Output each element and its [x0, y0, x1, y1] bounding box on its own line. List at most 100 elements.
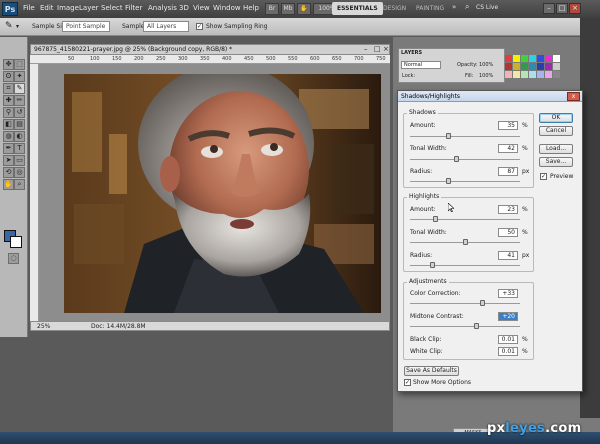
workspace-more-icon[interactable]: » [452, 3, 456, 11]
highlight-radius-slider-thumb[interactable] [429, 262, 435, 268]
minimize-button[interactable]: – [543, 3, 555, 14]
menu-3d[interactable]: 3D [179, 4, 189, 12]
3d-camera-icon[interactable]: ◎ [14, 167, 25, 178]
clone-stamp-icon[interactable]: ⚲ [3, 107, 14, 118]
save-button[interactable]: Save... [539, 157, 573, 167]
eraser-tool-icon[interactable]: ◧ [3, 119, 14, 130]
shadow-radius-slider-thumb[interactable] [446, 178, 451, 184]
highlight-amount-slider-thumb[interactable] [432, 216, 438, 222]
menu-edit[interactable]: Edit [40, 4, 54, 12]
black-clip-field[interactable]: 0.01 [498, 335, 518, 344]
shadow-amount-field[interactable]: 35 [498, 121, 518, 130]
color-correction-slider-thumb[interactable] [480, 300, 486, 306]
dialog-title: Shadows/Highlights [401, 93, 461, 100]
quick-select-tool-icon[interactable]: ✦ [14, 71, 25, 82]
eyedropper-tool-icon[interactable]: ✎ [14, 83, 25, 94]
highlight-amount-slider[interactable] [410, 219, 520, 220]
tool-preset-dropdown-icon[interactable]: ▾ [16, 23, 19, 30]
close-window-button[interactable]: × [569, 3, 581, 14]
sample-size-select[interactable]: Point Sample [62, 21, 110, 32]
minibridge-icon[interactable]: Mb [281, 3, 295, 15]
document-image[interactable] [64, 74, 381, 313]
highlight-tonal-width-field[interactable]: 50 [498, 228, 518, 237]
color-correction-field[interactable]: +33 [498, 289, 518, 298]
background-color-swatch[interactable] [10, 236, 22, 248]
show-more-options-checkbox[interactable]: ✓ [404, 379, 411, 386]
shadow-radius-field[interactable]: 87 [498, 167, 518, 176]
menu-file[interactable]: File [23, 4, 35, 12]
highlight-radius-slider[interactable] [410, 265, 520, 266]
3d-rotate-icon[interactable]: ⟲ [3, 167, 14, 178]
document-tab[interactable]: 967875_41580221-prayer.jpg @ 25% (Backgr… [30, 44, 390, 55]
move-tool-icon[interactable]: ✥ [3, 59, 14, 70]
doc-close-icon[interactable]: × [383, 45, 389, 53]
doc-minimize-icon[interactable]: – [364, 45, 368, 53]
workspace-painting[interactable]: PAINTING [411, 2, 449, 15]
shape-tool-icon[interactable]: ▭ [14, 155, 25, 166]
highlight-amount-field[interactable]: 23 [498, 205, 518, 214]
menu-layer[interactable]: Layer [79, 4, 99, 12]
dialog-close-button[interactable]: x [567, 92, 580, 101]
healing-brush-icon[interactable]: ✚ [3, 95, 14, 106]
crop-tool-icon[interactable]: ⌗ [3, 83, 14, 94]
menu-image[interactable]: Image [57, 4, 79, 12]
lasso-tool-icon[interactable]: ʘ [3, 71, 14, 82]
pen-tool-icon[interactable]: ✒ [3, 143, 14, 154]
quick-mask-icon[interactable]: ◌ [8, 253, 19, 264]
menu-filter[interactable]: Filter [125, 4, 142, 12]
ok-button[interactable]: OK [539, 113, 573, 123]
midtone-contrast-slider[interactable] [410, 326, 520, 327]
highlight-radius-field[interactable]: 41 [498, 251, 518, 260]
hand-mini-icon[interactable]: ✋ [297, 3, 311, 15]
shadow-radius-slider[interactable] [410, 181, 520, 182]
cancel-button[interactable]: Cancel [539, 126, 573, 136]
maximize-button[interactable]: □ [556, 3, 568, 14]
layers-tab[interactable]: LAYERS [401, 50, 422, 56]
shadow-tonal-width-field[interactable]: 42 [498, 144, 518, 153]
shadow-amount-slider-thumb[interactable] [446, 133, 451, 139]
menu-analysis[interactable]: Analysis [148, 4, 177, 12]
gradient-tool-icon[interactable]: ▤ [14, 119, 25, 130]
highlight-tonal-width-slider-thumb[interactable] [462, 239, 468, 245]
dodge-tool-icon[interactable]: ◐ [14, 131, 25, 142]
color-correction-slider[interactable] [410, 303, 520, 304]
midtone-contrast-field[interactable]: +20 [498, 312, 518, 321]
eyedropper-tool-icon[interactable]: ✎ [5, 21, 13, 31]
workspace-essentials[interactable]: ESSENTIALS [332, 2, 383, 15]
shadow-amount-slider[interactable] [410, 136, 520, 137]
blend-mode-select[interactable]: Normal [401, 61, 441, 69]
portrait-photo [64, 74, 381, 313]
fill-value[interactable]: 100% [479, 73, 493, 79]
doc-restore-icon[interactable]: □ [374, 45, 381, 53]
load-button[interactable]: Load... [539, 144, 573, 154]
menu-help[interactable]: Help [243, 4, 259, 12]
marquee-tool-icon[interactable]: ⬚ [14, 59, 25, 70]
save-as-defaults-button[interactable]: Save As Defaults [404, 366, 459, 376]
search-icon[interactable]: ⌕ [465, 2, 469, 12]
menu-window[interactable]: Window [213, 4, 241, 12]
show-sampling-ring-checkbox[interactable]: ✓ [196, 23, 203, 30]
hand-tool-icon[interactable]: ✋ [3, 179, 14, 190]
opacity-value[interactable]: 100% [479, 62, 493, 68]
brush-tool-icon[interactable]: ✏ [14, 95, 25, 106]
menu-view[interactable]: View [193, 4, 210, 12]
ruler-tick: 450 [244, 56, 254, 62]
zoom-field[interactable]: 25% [37, 323, 50, 330]
blur-tool-icon[interactable]: ◍ [3, 131, 14, 142]
shadow-tonal-width-slider[interactable] [410, 159, 520, 160]
swatch-grid[interactable] [505, 55, 565, 85]
path-select-icon[interactable]: ➤ [3, 155, 14, 166]
shadow-tonal-width-slider-thumb[interactable] [453, 156, 459, 162]
bridge-icon[interactable]: Br [265, 3, 279, 15]
dialog-titlebar[interactable]: Shadows/Highlights x [398, 91, 582, 102]
menu-select[interactable]: Select [101, 4, 123, 12]
cs-live-button[interactable]: CS Live [476, 4, 498, 11]
sample-select[interactable]: All Layers [143, 21, 189, 32]
midtone-contrast-slider-thumb[interactable] [473, 323, 479, 329]
workspace-design[interactable]: DESIGN [378, 2, 411, 15]
type-tool-icon[interactable]: T [14, 143, 25, 154]
white-clip-field[interactable]: 0.01 [498, 347, 518, 356]
history-brush-icon[interactable]: ↺ [14, 107, 25, 118]
zoom-tool-icon[interactable]: ⌕ [14, 179, 25, 190]
preview-checkbox[interactable]: ✓ [540, 173, 547, 180]
